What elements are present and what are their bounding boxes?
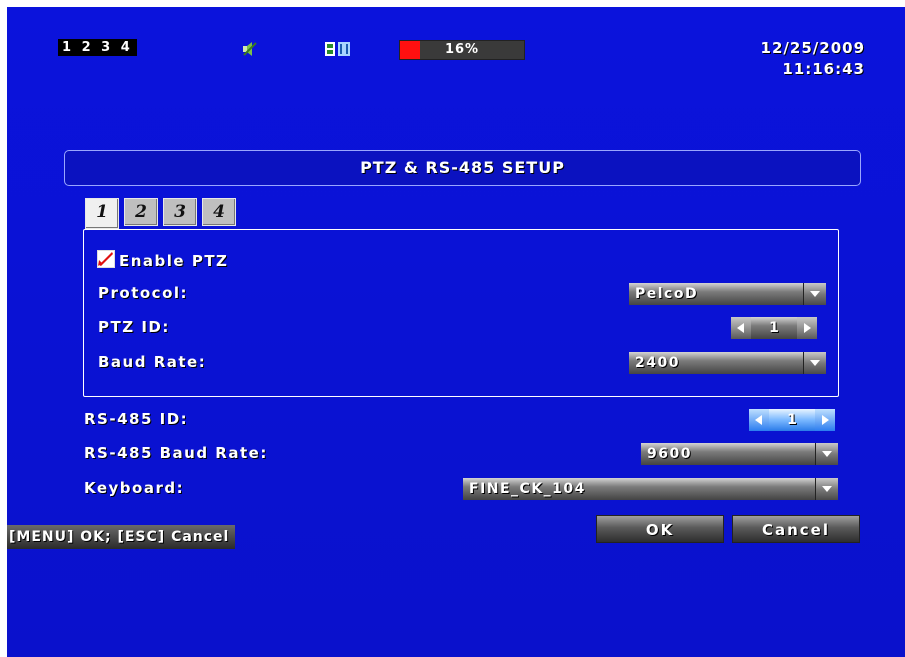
keyboard-value: FINE_CK_104: [469, 481, 586, 497]
hdd-usage-bar: 16%: [399, 40, 525, 60]
ok-button[interactable]: OK: [596, 515, 724, 543]
protocol-value: PelcoD: [635, 286, 699, 302]
enable-ptz-checkbox[interactable]: [97, 250, 115, 268]
ptz-id-label: PTZ ID:: [98, 318, 170, 336]
cancel-button[interactable]: Cancel: [732, 515, 860, 543]
dialog-title: PTZ & RS-485 SETUP: [360, 158, 565, 177]
dvr-screen: 1 2 3 4 16% 12/25/2009 11:16:43 PTZ & RS…: [7, 7, 905, 657]
protocol-dropdown[interactable]: PelcoD: [629, 283, 826, 305]
tab-channel-4[interactable]: 4: [202, 198, 236, 226]
rs485-baud-value: 9600: [647, 446, 692, 462]
baud-rate-label: Baud Rate:: [98, 353, 207, 371]
time-label: 11:16:43: [782, 60, 865, 78]
rs485-id-decrement-icon[interactable]: [749, 409, 769, 431]
rs485-id-label: RS-485 ID:: [84, 410, 189, 428]
channel-tabs: 1 2 3 4: [85, 198, 241, 229]
ptz-id-increment-icon[interactable]: [797, 317, 817, 339]
check-mark-icon: [98, 252, 113, 266]
chevron-down-icon[interactable]: [803, 283, 826, 305]
dialog-title-bar: PTZ & RS-485 SETUP: [64, 150, 861, 186]
keyboard-label: Keyboard:: [84, 479, 185, 497]
ptz-id-value: 1: [751, 317, 797, 339]
rs485-baud-label: RS-485 Baud Rate:: [84, 444, 268, 462]
record-status-icon: [325, 41, 351, 57]
tab-channel-2[interactable]: 2: [124, 198, 158, 226]
enable-ptz-row[interactable]: Enable PTZ: [97, 250, 228, 271]
enable-ptz-label: Enable PTZ: [119, 252, 229, 270]
baud-rate-dropdown[interactable]: 2400: [629, 352, 826, 374]
camera-channel-indicator: 1 2 3 4: [58, 39, 137, 56]
hdd-usage-label: 16%: [444, 42, 480, 57]
baud-rate-value: 2400: [635, 355, 680, 371]
ptz-id-stepper[interactable]: 1: [731, 317, 817, 339]
rs485-id-value: 1: [769, 409, 815, 431]
tab-channel-3[interactable]: 3: [163, 198, 197, 226]
rs485-baud-dropdown[interactable]: 9600: [641, 443, 838, 465]
datetime-display: 12/25/2009 11:16:43: [761, 38, 865, 80]
keyboard-dropdown[interactable]: FINE_CK_104: [463, 478, 838, 500]
rs485-id-increment-icon[interactable]: [815, 409, 835, 431]
key-hint: [MENU] OK; [ESC] Cancel: [7, 525, 236, 549]
protocol-label: Protocol:: [98, 284, 189, 302]
chevron-down-icon[interactable]: [815, 478, 838, 500]
audio-mute-icon: [242, 41, 258, 57]
chevron-down-icon[interactable]: [815, 443, 838, 465]
ptz-id-decrement-icon[interactable]: [731, 317, 751, 339]
tab-channel-1[interactable]: 1: [85, 198, 119, 229]
rs485-id-stepper[interactable]: 1: [749, 409, 835, 431]
date-label: 12/25/2009: [760, 39, 865, 57]
chevron-down-icon[interactable]: [803, 352, 826, 374]
